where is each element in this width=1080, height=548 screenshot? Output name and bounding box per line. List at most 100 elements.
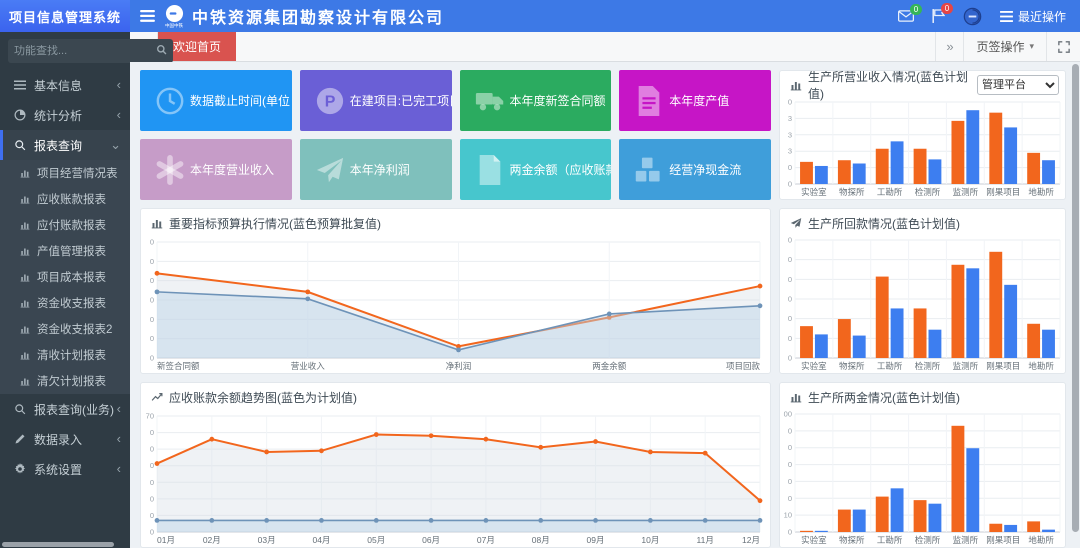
svg-text:0: 0 <box>788 275 792 284</box>
svg-text:刚果项目: 刚果项目 <box>986 535 1020 545</box>
sidebar-toggle-icon[interactable] <box>130 0 164 32</box>
sidebar-item-3[interactable]: 报表查询(业务)‹ <box>0 394 130 424</box>
dashboard-content: 数据截止时间(单位：万元) P在建项目:已完工项目 本年度新签合同额 本年度产值本年度… <box>130 62 1080 548</box>
kpi-tile-3[interactable]: 本年度产值 <box>619 70 771 131</box>
chart-bar-icon <box>790 79 802 91</box>
pie-icon <box>12 109 28 121</box>
submenu-item[interactable]: 清收计划报表 <box>0 342 130 368</box>
svg-text:0: 0 <box>150 461 154 470</box>
horizontal-scrollbar-thumb[interactable] <box>2 542 114 547</box>
kpi-tile-2[interactable]: 本年度新签合同额 <box>460 70 612 131</box>
tile-label: 数据截止时间(单位：万元) <box>190 92 292 109</box>
tile-label: 本年度产值 <box>669 92 729 109</box>
emblem-icon[interactable] <box>963 7 982 26</box>
submenu-item[interactable]: 应付账款报表 <box>0 212 130 238</box>
svg-text:0: 0 <box>788 354 792 363</box>
production-revenue-chart[interactable]: 033300实验室物探所工勘所检测所监测所刚果项目地勘所 <box>780 95 1065 199</box>
svg-text:0: 0 <box>150 354 154 363</box>
submenu-item[interactable]: 清欠计划报表 <box>0 368 130 394</box>
vertical-scrollbar[interactable] <box>1072 64 1079 542</box>
kpi-tile-7[interactable]: 经营净现金流 <box>619 139 771 200</box>
submenu-item[interactable]: 项目经营情况表 <box>0 160 130 186</box>
submenu-item-label: 应付账款报表 <box>37 217 106 233</box>
panel-header: 生产所两金情况(蓝色计划值) <box>780 383 1065 407</box>
kpi-tile-5[interactable]: 本年净利润 <box>300 139 452 200</box>
chevron-icon: ‹ <box>117 80 121 90</box>
logo-caption: 中国中铁 <box>165 24 183 29</box>
recent-operations-button[interactable]: 最近操作 <box>1000 8 1066 25</box>
submenu-item-label: 应收账款报表 <box>37 191 106 207</box>
sidebar-item-5[interactable]: 系统设置‹ <box>0 454 130 484</box>
tile-label: 两金余额（应收账款和存货） <box>510 161 612 178</box>
kpi-tile-4[interactable]: 本年度营业收入 <box>140 139 292 200</box>
plane-icon <box>310 155 350 185</box>
submenu-item[interactable]: 应收账款报表 <box>0 186 130 212</box>
svg-text:0: 0 <box>788 334 792 343</box>
tile-label: 本年度新签合同额 <box>510 92 606 109</box>
file-icon <box>470 155 510 185</box>
submenu-item[interactable]: 资金收支报表2 <box>0 316 130 342</box>
svg-text:刚果项目: 刚果项目 <box>986 187 1020 197</box>
chart-bar-icon <box>18 194 32 204</box>
tile-label: 本年净利润 <box>350 161 410 178</box>
svg-text:0: 0 <box>788 528 792 537</box>
svg-text:物探所: 物探所 <box>839 535 865 545</box>
panel-production-payback: 生产所回款情况(蓝色计划值) 0000000实验室物探所工勘所检测所监测所刚果项… <box>779 208 1066 374</box>
tab-operations-dropdown[interactable]: 页签操作 ▾ <box>963 32 1046 61</box>
kpi-tile-0[interactable]: 数据截止时间(单位：万元) <box>140 70 292 131</box>
svg-text:0: 0 <box>150 445 154 454</box>
search-box[interactable] <box>8 39 173 63</box>
kpi-tiles: 数据截止时间(单位：万元) P在建项目:已完工项目 本年度新签合同额 本年度产值本年度… <box>140 70 771 200</box>
chevron-icon: ‹ <box>117 404 121 414</box>
panel-header: 应收账款余额趋势图(蓝色为计划值) <box>141 383 770 407</box>
sidebar-item-label: 统计分析 <box>34 107 117 124</box>
submenu-item[interactable]: 资金收支报表 <box>0 290 130 316</box>
kpi-tile-6[interactable]: 两金余额（应收账款和存货） <box>460 139 612 200</box>
svg-text:0: 0 <box>788 494 792 503</box>
cubes-icon <box>629 155 669 185</box>
sidebar-item-0[interactable]: 基本信息‹ <box>0 70 130 100</box>
svg-text:监测所: 监测所 <box>953 187 979 197</box>
tabbar-spacer <box>236 32 935 61</box>
sidebar: 项目信息管理系统 基本信息‹统计分析‹报表查询⌄项目经营情况表应收账款报表应付账… <box>0 0 130 548</box>
svg-text:实验室: 实验室 <box>801 187 827 197</box>
submenu-item-label: 清欠计划报表 <box>37 373 106 389</box>
svg-text:3: 3 <box>788 130 792 139</box>
panel-header: 重要指标预算执行情况(蓝色预算批复值) <box>141 209 770 233</box>
submenu-item[interactable]: 产值管理报表 <box>0 238 130 264</box>
search-icon[interactable] <box>156 42 167 60</box>
sidebar-item-1[interactable]: 统计分析‹ <box>0 100 130 130</box>
kpi-tile-1[interactable]: P在建项目:已完工项目 <box>300 70 452 131</box>
right-column: 生产所营业收入情况(蓝色计划值) 管理平台 033300实验室物探所工勘所检测所… <box>779 70 1066 548</box>
search-input[interactable] <box>14 45 156 57</box>
submenu-item-label: 资金收支报表 <box>37 295 106 311</box>
flag-badge: 0 <box>941 3 953 14</box>
submenu-item[interactable]: 项目成本报表 <box>0 264 130 290</box>
svg-text:0: 0 <box>788 443 792 452</box>
scroll-tabs-right-icon[interactable]: » <box>935 32 963 61</box>
sidebar-menu: 基本信息‹统计分析‹报表查询⌄项目经营情况表应收账款报表应付账款报表产值管理报表… <box>0 70 130 548</box>
gear-icon <box>12 463 28 475</box>
mail-badge: 0 <box>910 4 922 15</box>
svg-text:07月: 07月 <box>477 535 495 545</box>
svg-text:0: 0 <box>150 238 154 247</box>
svg-text:0: 0 <box>150 257 154 266</box>
budget-execution-chart[interactable]: 0000000新签合同额营业收入净利润两金余额项目回款 <box>141 233 770 373</box>
vertical-scrollbar-thumb[interactable] <box>1072 64 1079 532</box>
fullscreen-toggle-icon[interactable] <box>1046 32 1080 61</box>
svg-text:刚果项目: 刚果项目 <box>986 361 1020 371</box>
main-area: 中国中铁 中铁资源集团勘察设计有限公司 0 0 最近操作 <box>130 0 1080 548</box>
truck-icon <box>470 86 510 116</box>
platform-select[interactable]: 管理平台 <box>977 75 1059 95</box>
svg-text:0: 0 <box>150 428 154 437</box>
mail-icon[interactable]: 0 <box>898 10 914 22</box>
flag-icon[interactable]: 0 <box>932 9 945 23</box>
sidebar-item-4[interactable]: 数据录入‹ <box>0 424 130 454</box>
production-liangjin-chart[interactable]: 0000000100实验室物探所工勘所检测所监测所刚果项目地勘所 <box>780 407 1065 547</box>
production-payback-chart[interactable]: 0000000实验室物探所工勘所检测所监测所刚果项目地勘所 <box>780 233 1065 373</box>
sidebar-item-2[interactable]: 报表查询⌄ <box>0 130 130 160</box>
chart-bar-icon <box>18 376 32 386</box>
chart-bar-icon <box>18 272 32 282</box>
panel-production-revenue: 生产所营业收入情况(蓝色计划值) 管理平台 033300实验室物探所工勘所检测所… <box>779 70 1066 200</box>
receivables-trend-chart[interactable]: 70000000001月02月03月04月05月06月07月08月09月10月1… <box>141 407 770 547</box>
